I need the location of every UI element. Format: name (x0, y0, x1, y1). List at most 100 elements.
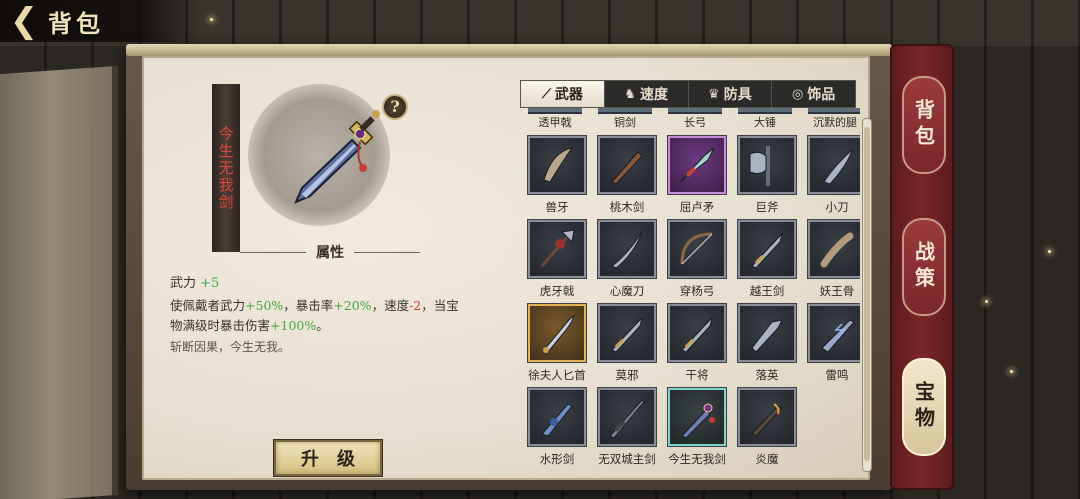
tab-accessory[interactable]: ◎ 饰品 (772, 81, 855, 107)
slot-frame (597, 387, 657, 447)
side-tab-label: 背包 (911, 99, 936, 151)
stat-value: +5 (200, 276, 220, 291)
inventory-slot[interactable]: 今生无我剑 (660, 387, 730, 472)
jeweled-sword-icon (681, 403, 715, 439)
slot-frame (737, 135, 797, 195)
main-panel: 今生无我剑 ? 属性 武力 +5 使佩戴者武力+50%，暴击率+20%，速度-2… (126, 44, 892, 490)
light-particle (210, 18, 213, 21)
divider (240, 251, 306, 253)
inventory-slot[interactable]: 穿杨弓 (660, 219, 730, 304)
side-tab-label: 战策 (911, 241, 936, 293)
inventory-slot[interactable]: 水形剑 (520, 387, 590, 472)
inventory-slot[interactable]: 无双城主剑 (590, 387, 660, 472)
tab-label: 速度 (639, 87, 668, 103)
slot-label: 落英 (755, 368, 779, 382)
sword-icon (751, 232, 783, 269)
ring-icon: ◎ (791, 86, 804, 102)
inventory-slot[interactable]: 落英 (730, 303, 800, 388)
slot-frame (737, 303, 797, 363)
slot-frame (667, 219, 727, 279)
saber-icon (611, 231, 643, 269)
slot-frame (597, 303, 657, 363)
scrollbar-thumb[interactable] (864, 127, 870, 461)
slot-label: 无双城主剑 (598, 452, 656, 466)
desc-text: 使佩戴者武力 (170, 298, 246, 313)
slot-frame (807, 219, 860, 279)
water-sword-icon (541, 403, 573, 437)
inventory-slot[interactable]: 铜剑 (590, 108, 660, 130)
inventory-slot[interactable]: 雷鸣 (800, 303, 860, 388)
decorative-calligraphy (8, 189, 68, 193)
inventory-slot[interactable]: 桃木剑 (590, 135, 660, 220)
inventory-scrollbar[interactable] (862, 118, 872, 472)
side-tab-label: 宝物 (911, 381, 936, 433)
slot-label: 雷鸣 (825, 368, 849, 382)
light-particle (985, 300, 988, 303)
category-tabs: ⟋ 武器 ♞ 速度 ♛ 防具 ◎ 饰品 (520, 80, 856, 108)
side-tab-strategy[interactable]: 战策 (902, 218, 946, 316)
slot-frame (527, 135, 587, 195)
thunder-blade-icon (821, 319, 855, 353)
inventory: ⟋ 武器 ♞ 速度 ♛ 防具 ◎ 饰品 透甲戟 铜剑 长弓 大锤 沉默的腿 兽牙 桃木 (516, 58, 872, 482)
divider (354, 251, 420, 253)
desc-text: ，暴击率 (283, 298, 334, 313)
inventory-slot[interactable]: 兽牙 (520, 135, 590, 220)
tab-label: 饰品 (807, 87, 836, 103)
parchment: 今生无我剑 ? 属性 武力 +5 使佩戴者武力+50%，暴击率+20%，速度-2… (142, 56, 872, 482)
inventory-slot[interactable]: 小刀 (800, 135, 860, 220)
inventory-slot[interactable]: 越王剑 (730, 219, 800, 304)
inventory-slot[interactable]: 虎牙戟 (520, 219, 590, 304)
inventory-slot[interactable]: 屈卢矛 (660, 135, 730, 220)
inventory-slot[interactable]: 心魔刀 (590, 219, 660, 304)
tab-speed[interactable]: ♞ 速度 (605, 81, 689, 107)
inventory-slot[interactable]: 莫邪 (590, 303, 660, 388)
slot-label: 沉默的腿 (813, 116, 857, 129)
upgrade-button[interactable]: 升级 (273, 439, 383, 477)
slot-frame (527, 387, 587, 447)
wooden-sword-icon (611, 151, 643, 185)
item-name-banner: 今生无我剑 (212, 84, 240, 252)
item-description: 使佩戴者武力+50%，暴击率+20%，速度-2，当宝物满级时暴击伤害+100%。 (170, 296, 470, 336)
inventory-slot[interactable]: 巨斧 (730, 135, 800, 220)
tab-label: 武器 (554, 87, 583, 103)
inventory-slot[interactable]: 徐夫人匕首 (520, 303, 590, 388)
back-arrow-icon: ❮ (9, 1, 39, 41)
dagger-icon (543, 315, 575, 353)
desc-text: 。 (316, 318, 329, 333)
slot-label: 今生无我剑 (668, 452, 726, 466)
slot-label: 虎牙戟 (539, 284, 575, 298)
slot-frame (737, 387, 797, 447)
inventory-slot[interactable]: 妖王骨 (800, 219, 860, 304)
inventory-slot[interactable]: 炎魔 (730, 387, 800, 472)
attributes-header: 属性 (240, 242, 420, 262)
back-button[interactable]: ❮ (0, 0, 48, 42)
header-bar: ❮ 背包 (0, 0, 200, 42)
desc-bonus: +50% (245, 298, 284, 313)
side-tab-bag[interactable]: 背包 (902, 76, 946, 174)
slot-frame (667, 387, 727, 447)
slot-label: 穿杨弓 (679, 284, 715, 298)
slot-label: 心魔刀 (609, 284, 645, 298)
inventory-slot[interactable]: 干将 (660, 303, 730, 388)
slot-label: 干将 (685, 368, 709, 382)
jeweled-sword-icon (294, 110, 380, 204)
slot-label: 巨斧 (755, 200, 779, 214)
slot-frame (807, 303, 860, 363)
help-button[interactable]: ? (382, 94, 408, 120)
inventory-slot[interactable]: 透甲戟 (520, 108, 590, 130)
tab-label: 防具 (723, 87, 752, 103)
tab-armor[interactable]: ♛ 防具 (689, 81, 773, 107)
inventory-slot[interactable]: 长弓 (660, 108, 730, 130)
side-tab-treasure[interactable]: 宝物 (902, 358, 946, 456)
inventory-slot[interactable]: 沉默的腿 (800, 108, 860, 130)
slot-frame (667, 135, 727, 195)
halberd-icon (540, 229, 575, 267)
slot-label: 莫邪 (615, 368, 639, 382)
desc-penalty: -2 (409, 298, 422, 313)
slot-frame (527, 303, 587, 363)
inventory-slot[interactable]: 大锤 (730, 108, 800, 130)
blade-icon (751, 319, 783, 353)
stat-line: 武力 +5 (170, 272, 219, 291)
item-grid: 透甲戟 铜剑 长弓 大锤 沉默的腿 兽牙 桃木剑 屈卢矛 巨斧 小刀虎牙戟 心魔刀 穿杨弓 越王剑 妖王… (520, 108, 860, 482)
tab-weapon[interactable]: ⟋ 武器 (521, 81, 605, 107)
